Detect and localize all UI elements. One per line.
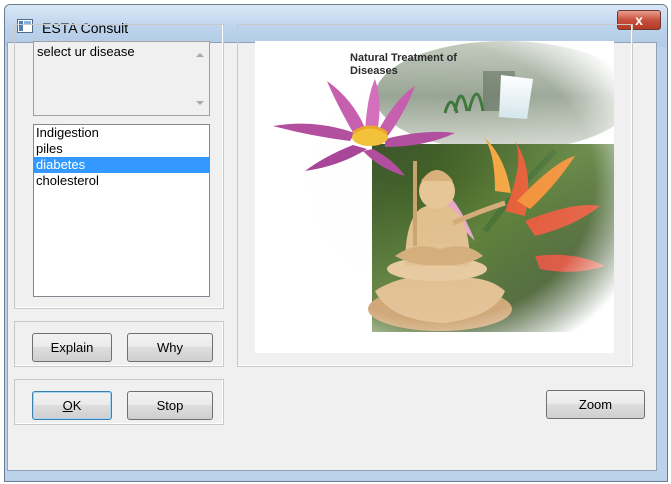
ok-label-rest: K (72, 398, 82, 413)
close-icon: x (635, 12, 643, 28)
ok-button[interactable]: OK (32, 391, 112, 420)
disease-listbox[interactable]: Indigestion piles diabetes cholesterol (33, 124, 210, 297)
explain-button[interactable]: Explain (32, 333, 112, 362)
scroll-down-arrow-icon[interactable] (196, 101, 204, 105)
prompt-scrollbar[interactable] (192, 42, 209, 115)
why-button[interactable]: Why (127, 333, 213, 362)
list-item-piles[interactable]: piles (34, 141, 209, 157)
image-caption-line1: Natural Treatment of (350, 52, 457, 64)
zoom-button[interactable]: Zoom (546, 390, 645, 419)
image-caption-line2: Diseases (350, 65, 398, 77)
natural-treatment-image: Natural Treatment of Diseases (255, 41, 614, 353)
prompt-textbox[interactable]: select ur disease (33, 41, 210, 116)
ok-mnemonic: O (62, 398, 73, 413)
prompt-text: select ur disease (37, 44, 135, 59)
list-item-diabetes[interactable]: diabetes (34, 157, 209, 173)
scroll-up-arrow-icon[interactable] (196, 53, 204, 57)
list-item-indigestion[interactable]: Indigestion (34, 125, 209, 141)
stop-button[interactable]: Stop (127, 391, 213, 420)
list-item-cholesterol[interactable]: cholesterol (34, 173, 209, 189)
